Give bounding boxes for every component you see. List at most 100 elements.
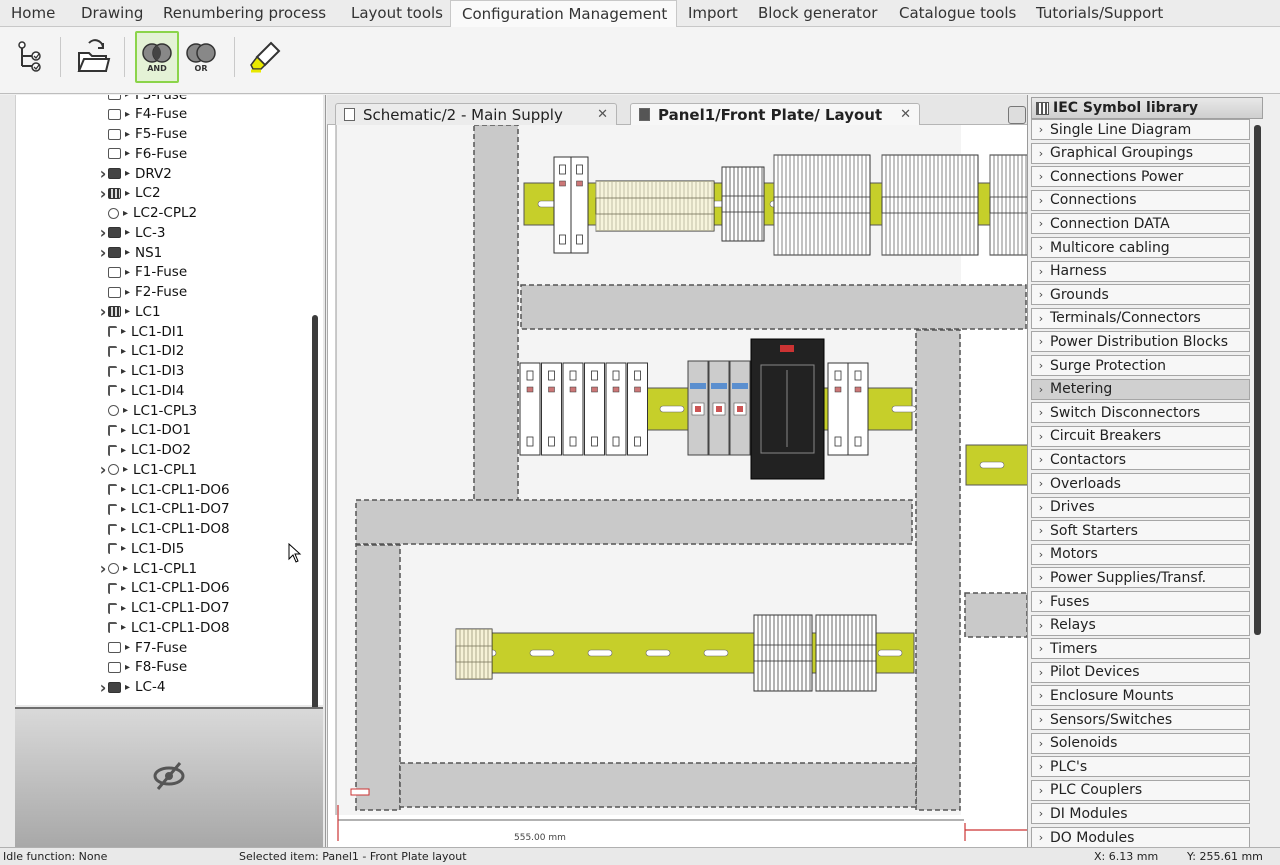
tree-item[interactable]: ▸ LC1-DI1 bbox=[108, 322, 184, 341]
expand-chevron-icon[interactable]: › bbox=[98, 184, 108, 203]
menu-renumbering-process[interactable]: Renumbering process bbox=[152, 0, 340, 26]
rail-slot[interactable] bbox=[587, 649, 613, 657]
tree-item[interactable]: ▸ F6-Fuse bbox=[108, 144, 187, 163]
tab-menu-icon[interactable] bbox=[1008, 106, 1026, 124]
tree-item[interactable]: › ▸ NS1 bbox=[100, 243, 163, 262]
library-header[interactable]: IEC Symbol library bbox=[1031, 97, 1263, 119]
cable-duct[interactable] bbox=[355, 499, 913, 545]
expand-chevron-icon[interactable]: › bbox=[98, 678, 108, 697]
tree-item[interactable]: ▸F3-Fuse bbox=[108, 95, 187, 104]
menu-configuration-management[interactable]: Configuration Management bbox=[450, 0, 677, 27]
terminal-block-group[interactable] bbox=[815, 614, 877, 692]
tree-item[interactable]: ▸ F1-Fuse bbox=[108, 263, 187, 282]
library-category-overloads[interactable]: › Overloads bbox=[1031, 473, 1250, 494]
cable-duct[interactable] bbox=[355, 544, 401, 811]
library-category-timers[interactable]: › Timers bbox=[1031, 638, 1250, 660]
expand-chevron-icon[interactable]: › bbox=[98, 223, 108, 242]
library-category-switch-disconnectors[interactable]: › Switch Disconnectors bbox=[1031, 402, 1250, 424]
library-category-soft-starters[interactable]: › Soft Starters bbox=[1031, 520, 1250, 542]
tree-item[interactable]: › ▸ LC2 bbox=[100, 184, 161, 203]
library-category-single-line-diagram[interactable]: › Single Line Diagram bbox=[1031, 119, 1250, 140]
terminal-block-group[interactable] bbox=[989, 154, 1027, 256]
tree-item[interactable]: ▸ LC1-CPL1-DO6 bbox=[108, 579, 230, 598]
close-tab-icon[interactable]: ✕ bbox=[900, 107, 911, 122]
library-category-enclosure-mounts[interactable]: › Enclosure Mounts bbox=[1031, 685, 1250, 707]
tree-item[interactable]: ▸ LC1-CPL1-DO7 bbox=[108, 500, 230, 519]
rail-slot[interactable] bbox=[659, 405, 685, 413]
library-category-do-modules[interactable]: › DO Modules bbox=[1031, 827, 1250, 847]
tree-item[interactable]: ▸ LC1-DI2 bbox=[108, 342, 184, 361]
rail-slot[interactable] bbox=[979, 461, 1005, 469]
expand-chevron-icon[interactable]: › bbox=[98, 164, 108, 183]
library-category-power-supplies-transf[interactable]: › Power Supplies/Transf. bbox=[1031, 567, 1250, 589]
open-folder-icon[interactable] bbox=[72, 33, 114, 81]
library-category-di-modules[interactable]: › DI Modules bbox=[1031, 803, 1250, 825]
cable-duct[interactable] bbox=[964, 592, 1027, 638]
library-category-surge-protection[interactable]: › Surge Protection bbox=[1031, 355, 1250, 376]
tree-item[interactable]: ▸ F8-Fuse bbox=[108, 658, 187, 677]
library-category-circuit-breakers[interactable]: › Circuit Breakers bbox=[1031, 425, 1250, 447]
tree-item[interactable]: › ▸ LC1 bbox=[100, 302, 161, 321]
expand-chevron-icon[interactable]: › bbox=[98, 243, 108, 262]
menu-catalogue-tools[interactable]: Catalogue tools bbox=[888, 0, 1025, 26]
rail-slot[interactable] bbox=[891, 405, 917, 413]
tab-panel-layout[interactable]: Panel1/Front Plate/ Layout ✕ bbox=[630, 103, 920, 125]
cable-duct[interactable] bbox=[473, 125, 519, 501]
library-category-plc-s[interactable]: › PLC's bbox=[1031, 756, 1250, 778]
tree-item[interactable]: ▸ LC1-DI5 bbox=[108, 539, 184, 558]
library-category-drives[interactable]: › Drives bbox=[1031, 496, 1250, 518]
cable-duct[interactable] bbox=[399, 762, 917, 808]
library-category-motors[interactable]: › Motors bbox=[1031, 543, 1250, 565]
library-category-connection-data[interactable]: › Connection DATA bbox=[1031, 213, 1250, 235]
menu-layout-tools[interactable]: Layout tools bbox=[340, 0, 450, 26]
library-category-sensors-switches[interactable]: › Sensors/Switches bbox=[1031, 709, 1250, 730]
library-category-contactors[interactable]: › Contactors bbox=[1031, 449, 1250, 471]
layout-canvas[interactable]: 555.00 mm bbox=[327, 125, 1027, 847]
tree-item[interactable]: ▸ LC1-CPL1-DO6 bbox=[108, 480, 230, 499]
library-category-graphical-groupings[interactable]: › Graphical Groupings bbox=[1031, 142, 1250, 164]
or-filter-button[interactable]: OR bbox=[180, 33, 222, 81]
library-scrollbar[interactable] bbox=[1254, 125, 1261, 635]
tree-item[interactable]: ▸ LC1-DO2 bbox=[108, 441, 191, 460]
panel-layout-drawing[interactable] bbox=[328, 125, 1027, 847]
tree-check-icon[interactable] bbox=[8, 33, 50, 81]
tree-item[interactable]: ▸ LC1-DO1 bbox=[108, 421, 191, 440]
label-tag[interactable] bbox=[350, 788, 370, 796]
rail-slot[interactable] bbox=[877, 649, 903, 657]
library-category-terminals-connectors[interactable]: › Terminals/Connectors bbox=[1031, 307, 1250, 329]
tree-item[interactable]: ▸ F4-Fuse bbox=[108, 105, 187, 124]
close-tab-icon[interactable]: ✕ bbox=[597, 107, 608, 122]
library-category-metering[interactable]: › Metering bbox=[1031, 378, 1250, 400]
tree-item[interactable]: ▸ LC1-DI3 bbox=[108, 362, 184, 381]
tree-item[interactable]: › ▸ LC1-CPL1 bbox=[100, 559, 197, 578]
library-category-grounds[interactable]: › Grounds bbox=[1031, 284, 1250, 306]
tree-item[interactable]: ▸ LC2-CPL2 bbox=[108, 204, 197, 223]
library-category-connections[interactable]: › Connections bbox=[1031, 189, 1250, 211]
terminal-block-group[interactable] bbox=[753, 614, 813, 692]
expand-chevron-icon[interactable]: › bbox=[98, 460, 108, 479]
library-category-relays[interactable]: › Relays bbox=[1031, 614, 1250, 636]
tree-item[interactable]: ▸ LC1-CPL1-DO8 bbox=[108, 520, 230, 539]
menu-tutorials-support[interactable]: Tutorials/Support bbox=[1025, 0, 1163, 26]
menu-block-generator[interactable]: Block generator bbox=[747, 0, 888, 26]
rail-slot[interactable] bbox=[645, 649, 671, 657]
tree-item[interactable]: ▸ LC1-CPL1-DO8 bbox=[108, 618, 230, 637]
library-category-fuses[interactable]: › Fuses bbox=[1031, 591, 1250, 612]
tree-item[interactable]: › ▸ LC-4 bbox=[100, 678, 166, 697]
rail-slot[interactable] bbox=[703, 649, 729, 657]
library-category-solenoids[interactable]: › Solenoids bbox=[1031, 732, 1250, 754]
menu-import[interactable]: Import bbox=[677, 0, 747, 26]
highlighter-icon[interactable] bbox=[244, 33, 286, 81]
tab-schematic[interactable]: Schematic/2 - Main Supply ✕ bbox=[335, 103, 617, 125]
cable-duct[interactable] bbox=[915, 329, 961, 811]
tree-item[interactable]: ▸ LC1-DI4 bbox=[108, 381, 184, 400]
library-category-harness[interactable]: › Harness bbox=[1031, 260, 1250, 282]
tree-item[interactable]: › ▸ DRV2 bbox=[100, 164, 172, 183]
expand-chevron-icon[interactable]: › bbox=[98, 302, 108, 321]
tree-item[interactable]: ▸ F2-Fuse bbox=[108, 283, 187, 302]
tree-item[interactable]: ▸ F7-Fuse bbox=[108, 638, 187, 657]
library-category-power-distribution-blocks[interactable]: › Power Distribution Blocks bbox=[1031, 331, 1250, 353]
tree-item[interactable]: › ▸ LC-3 bbox=[100, 223, 166, 242]
library-category-plc-couplers[interactable]: › PLC Couplers bbox=[1031, 779, 1250, 801]
tree-item[interactable]: ▸ LC1-CPL3 bbox=[108, 401, 197, 420]
